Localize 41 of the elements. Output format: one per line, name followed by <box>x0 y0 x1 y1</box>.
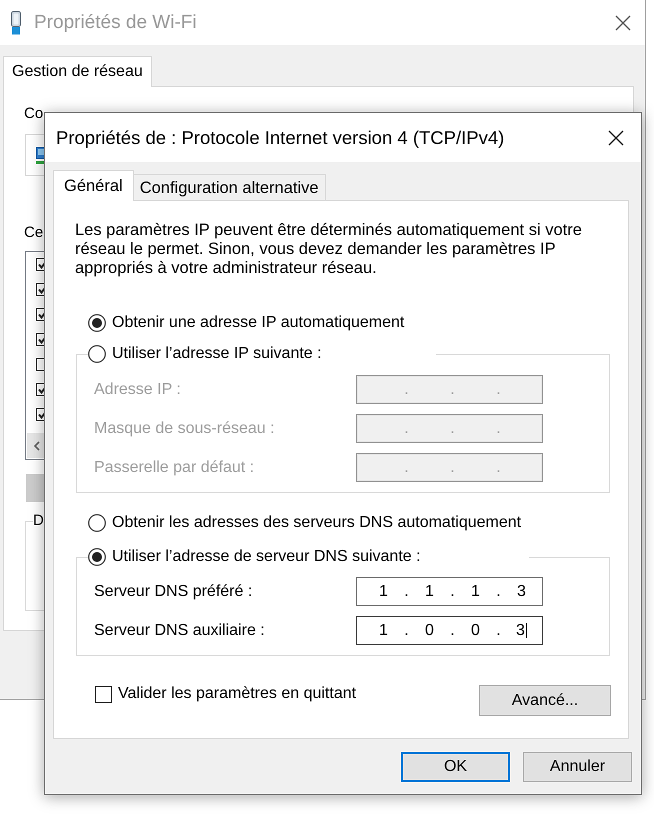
checkbox[interactable] <box>36 408 44 421</box>
horizontal-scrollbar[interactable] <box>27 433 44 458</box>
checkbox[interactable] <box>36 258 44 271</box>
radio-icon[interactable] <box>88 314 106 332</box>
advanced-button[interactable]: Avancé... <box>479 685 611 716</box>
window-title: Propriétés de Wi-Fi <box>34 12 197 34</box>
radio-option[interactable]: Utiliser l’adresse IP suivante : <box>88 345 322 363</box>
checkbox[interactable] <box>36 383 44 396</box>
intro-text: Les paramètres IP peuvent être déterminés automatiquement si votre réseau le permet. Sinon, vous devez demander les paramètres IP appropriés à votre administrateur réseau. <box>75 221 583 278</box>
dialog-button[interactable]: Annuler <box>523 752 632 782</box>
section-label: Co <box>24 105 44 123</box>
group-box-label: D <box>33 512 44 529</box>
tab[interactable]: Configuration alternative <box>132 174 326 200</box>
radio-option[interactable]: Obtenir les adresses des serveurs DNS automatiquement <box>88 514 522 532</box>
window-title: Propriétés de : Protocole Internet version 4 (TCP/IPv4) <box>56 126 504 148</box>
radio-icon[interactable] <box>88 548 106 566</box>
dialog-button[interactable]: OK <box>401 752 510 782</box>
checkbox[interactable] <box>36 308 44 321</box>
text-cursor-icon <box>526 623 527 638</box>
radio-option[interactable]: Obtenir une adresse IP automatiquement <box>88 314 404 332</box>
checkbox-option[interactable]: Valider les paramètres en quittant <box>95 685 356 703</box>
radio-option[interactable]: Utiliser l’adresse de serveur DNS suivante : <box>88 548 421 566</box>
radio-icon[interactable] <box>88 345 106 363</box>
usb-adapter-icon <box>9 10 23 34</box>
field-label: Passerelle par défaut : <box>94 458 256 478</box>
field-label: Serveur DNS préféré : <box>94 582 254 602</box>
tab[interactable]: Général <box>53 170 134 201</box>
radio-icon[interactable] <box>88 514 106 532</box>
checkbox[interactable] <box>36 283 44 296</box>
field-label: Masque de sous-réseau : <box>94 419 276 439</box>
chevron-left-icon[interactable] <box>34 440 40 450</box>
checkbox-icon[interactable] <box>95 686 112 702</box>
tab[interactable]: Gestion de réseau <box>3 56 152 87</box>
close-icon[interactable] <box>608 130 624 146</box>
checkbox[interactable] <box>36 333 44 346</box>
field-label: Serveur DNS auxiliaire : <box>94 621 266 641</box>
close-icon[interactable] <box>615 14 631 30</box>
field-label: Adresse IP : <box>94 380 182 400</box>
ip-address-field[interactable]: 1 . 0 . 0 . 3 <box>356 616 543 645</box>
section-label: Ce <box>24 224 44 242</box>
ip-address-field[interactable]: 1 . 1 . 1 . 3 <box>356 577 543 606</box>
